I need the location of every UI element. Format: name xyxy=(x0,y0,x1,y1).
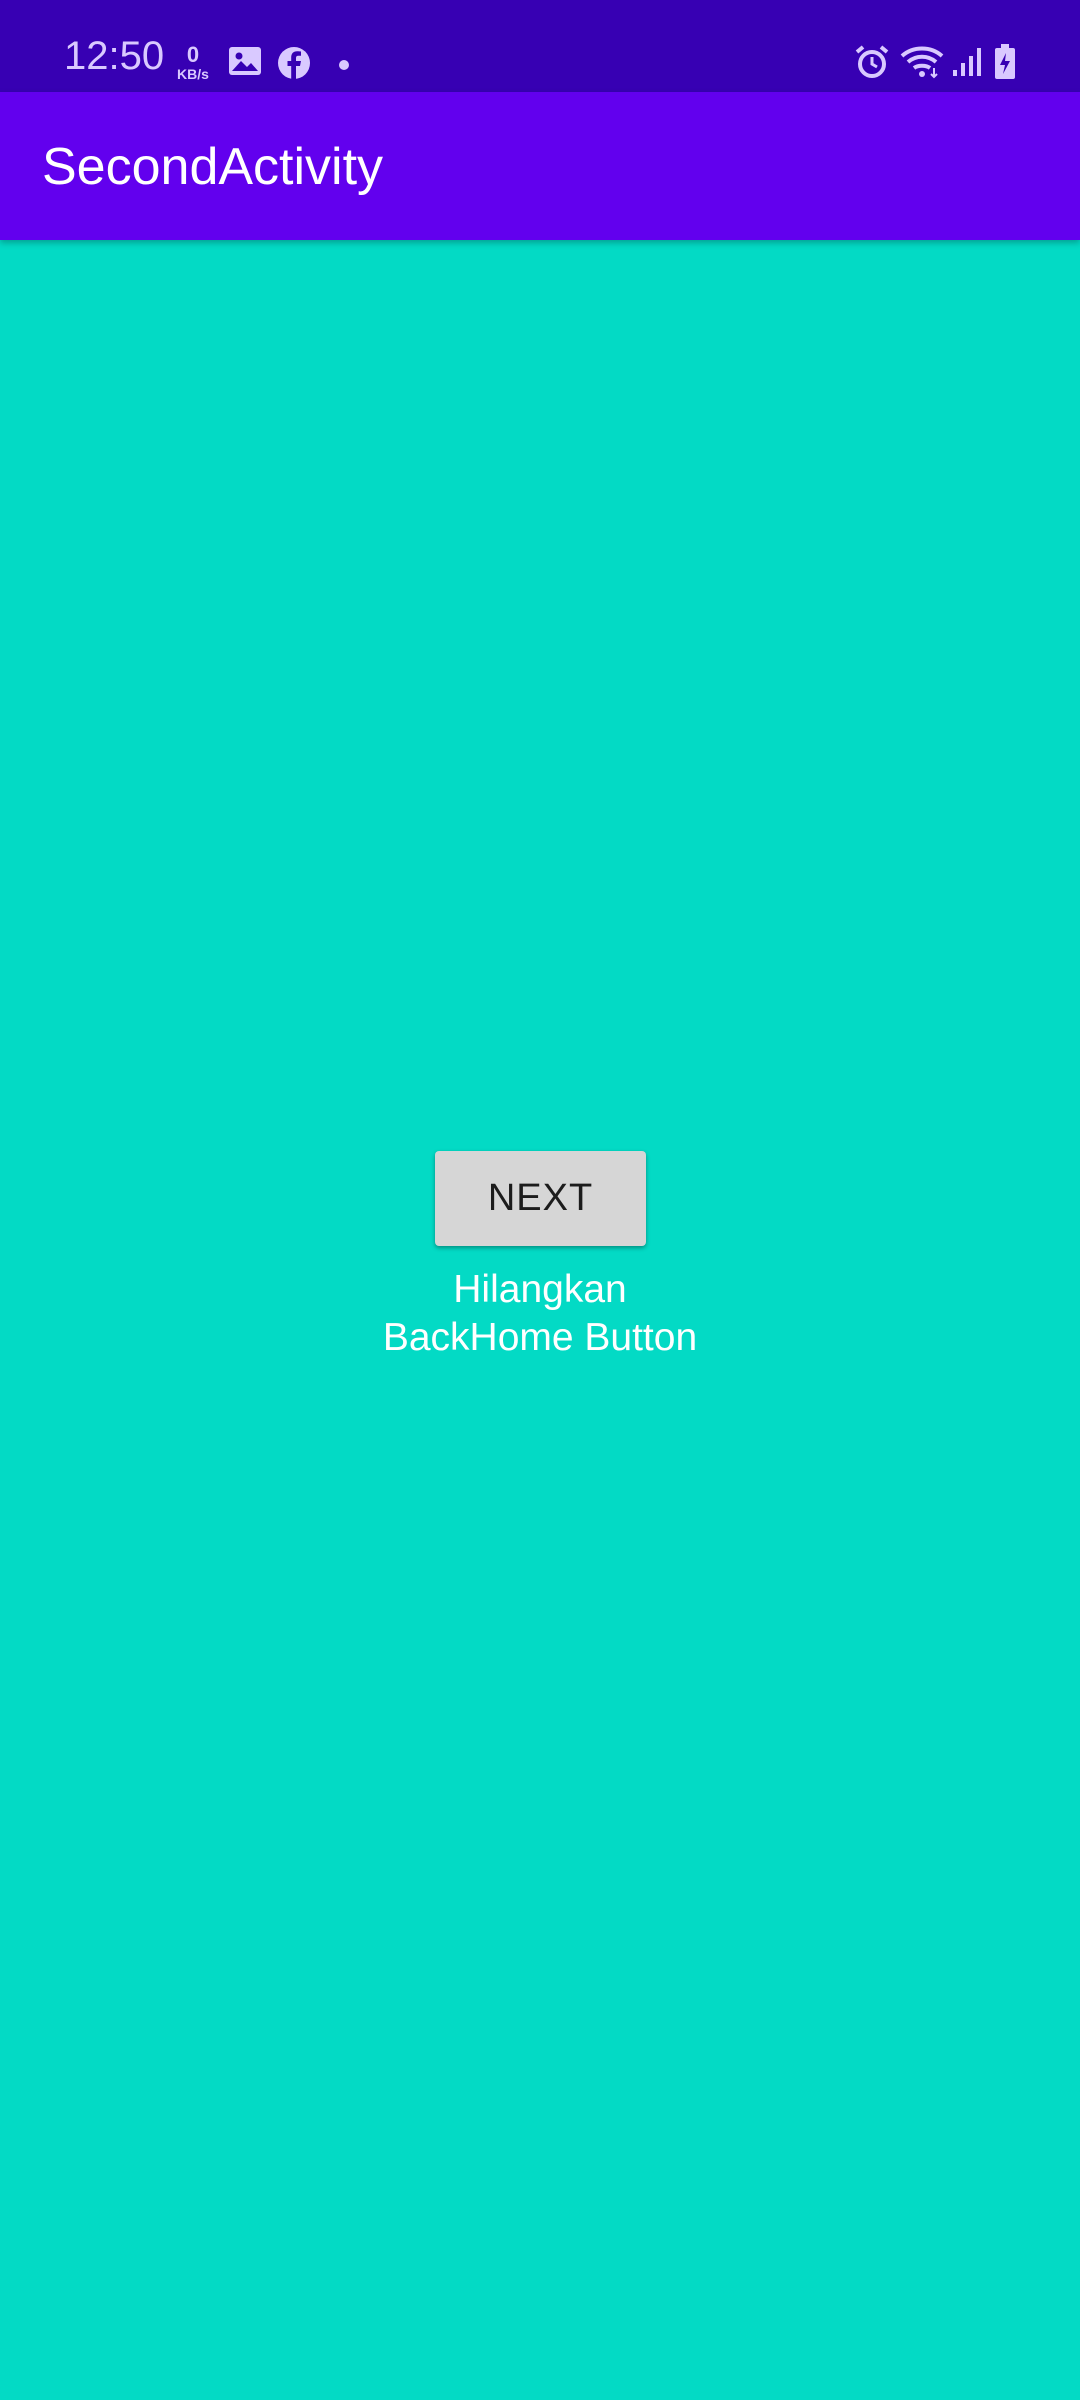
network-speed-unit: KB/s xyxy=(177,66,209,82)
wifi-icon xyxy=(900,44,944,85)
status-bar: 12:50 0 KB/s xyxy=(0,0,1080,92)
battery-charging-icon xyxy=(994,44,1016,85)
caption-text: Hilangkan BackHome Button xyxy=(340,1266,740,1362)
status-time: 12:50 xyxy=(64,34,165,78)
caption-line-1: Hilangkan xyxy=(453,1268,627,1311)
facebook-icon xyxy=(277,46,311,85)
caption-line-2: BackHome Button xyxy=(382,1316,698,1359)
dot-icon xyxy=(338,58,350,76)
next-button[interactable]: NEXT xyxy=(435,1151,646,1246)
app-bar: SecondActivity xyxy=(0,92,1080,240)
page-title: SecondActivity xyxy=(42,138,384,196)
network-speed-value: 0 xyxy=(186,42,200,67)
alarm-icon xyxy=(854,44,890,85)
network-speed: 0 KB/s xyxy=(173,42,213,82)
gallery-icon xyxy=(228,46,262,81)
signal-icon xyxy=(952,46,982,83)
